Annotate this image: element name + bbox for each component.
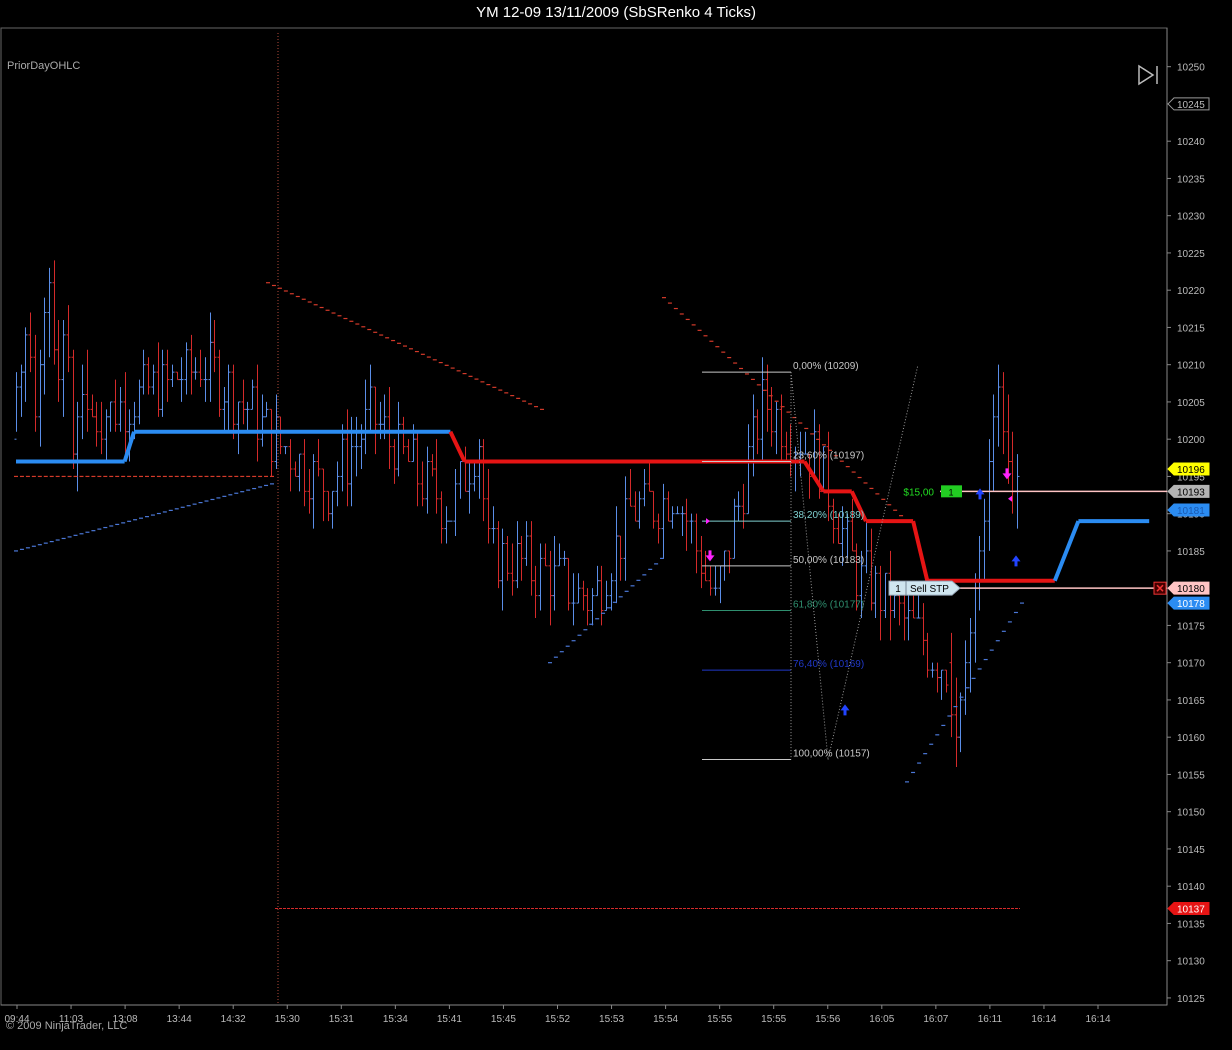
x-tick-label: 15:55 xyxy=(707,1014,732,1025)
x-tick-label: 13:44 xyxy=(167,1014,192,1025)
x-tick-label: 15:53 xyxy=(599,1014,624,1025)
y-tick-label: 10125 xyxy=(1177,994,1205,1005)
y-tick-label: 10235 xyxy=(1177,174,1205,185)
y-tick-label: 10210 xyxy=(1177,361,1205,372)
price-marker-label: 10181 xyxy=(1177,506,1205,517)
x-tick-label: 15:52 xyxy=(545,1014,570,1025)
x-tick-label: 15:34 xyxy=(383,1014,408,1025)
x-tick-label: 16:07 xyxy=(923,1014,948,1025)
trend-line-segment xyxy=(911,520,930,582)
copyright-text: © 2009 NinjaTrader, LLC xyxy=(6,1020,128,1032)
y-tick-label: 10160 xyxy=(1177,733,1205,744)
trend-line-segment xyxy=(802,460,826,493)
scroll-to-end-icon[interactable] xyxy=(1136,63,1162,87)
y-tick-label: 10220 xyxy=(1177,286,1205,297)
x-tick-label: 16:14 xyxy=(1031,1014,1056,1025)
fib-level-label: 100,00% (10157) xyxy=(793,749,870,760)
y-tick-label: 10140 xyxy=(1177,882,1205,893)
y-tick-label: 10170 xyxy=(1177,659,1205,670)
buy-arrow-icon xyxy=(975,488,985,500)
fib-level-label: 0,00% (10209) xyxy=(793,361,859,372)
fib-level-label: 76,40% (10169) xyxy=(793,659,864,670)
price-marker-label: 10193 xyxy=(1177,487,1205,498)
sell-arrow-icon xyxy=(705,550,715,562)
fib-level-label: 23,60% (10197) xyxy=(793,451,864,462)
trend-line-segment xyxy=(1052,520,1081,582)
price-marker-label: 10245 xyxy=(1177,100,1205,111)
signal-marker-icon xyxy=(1008,495,1012,502)
price-marker-label: 10180 xyxy=(1177,584,1205,595)
x-tick-label: 15:55 xyxy=(761,1014,786,1025)
fib-level-label: 38,20% (10189) xyxy=(793,510,864,521)
x-tick-label: 15:31 xyxy=(329,1014,354,1025)
x-tick-label: 16:05 xyxy=(869,1014,894,1025)
signal-marker-icon xyxy=(706,518,710,525)
x-tick-label: 15:41 xyxy=(437,1014,462,1025)
buy-arrow-icon xyxy=(840,704,850,716)
x-tick-label: 15:54 xyxy=(653,1014,678,1025)
fib-level-label: 61,80% (10177) xyxy=(793,600,864,611)
y-tick-label: 10155 xyxy=(1177,770,1205,781)
y-tick-label: 10205 xyxy=(1177,398,1205,409)
y-tick-label: 10150 xyxy=(1177,808,1205,819)
window-title: YM 12-09 13/11/2009 (SbSRenko 4 Ticks) xyxy=(476,4,756,21)
fib-level-label: 50,00% (10183) xyxy=(793,555,864,566)
price-marker-label: 10137 xyxy=(1177,905,1205,916)
stop-order-label: Sell STP xyxy=(910,584,949,595)
y-tick-label: 10130 xyxy=(1177,957,1205,968)
stop-order-qty: 1 xyxy=(895,584,901,595)
y-tick-label: 10165 xyxy=(1177,696,1205,707)
sell-arrow-icon xyxy=(1002,468,1012,480)
price-chart[interactable]: 10125 10130 10135 10140 10145 10150 10155 10160… xyxy=(0,27,1231,1049)
y-tick-label: 10215 xyxy=(1177,323,1205,334)
x-tick-label: 15:45 xyxy=(491,1014,516,1025)
price-marker-label: 10196 xyxy=(1177,465,1205,476)
x-tick-label: 14:32 xyxy=(221,1014,246,1025)
indicator-label: PriorDayOHLC xyxy=(7,60,81,72)
y-tick-label: 10185 xyxy=(1177,547,1205,558)
x-tick-label: 16:14 xyxy=(1085,1014,1110,1025)
buy-arrow-icon xyxy=(1011,555,1021,567)
y-tick-label: 10240 xyxy=(1177,137,1205,148)
plot-border xyxy=(0,27,1168,1006)
y-tick-label: 10225 xyxy=(1177,249,1205,260)
y-tick-label: 10200 xyxy=(1177,435,1205,446)
x-tick-label: 16:11 xyxy=(978,1014,1003,1025)
position-pnl: $15,00 xyxy=(903,487,934,498)
price-marker-label: 10178 xyxy=(1177,599,1205,610)
y-tick-label: 10145 xyxy=(1177,845,1205,856)
y-tick-label: 10175 xyxy=(1177,621,1205,632)
chart-panel[interactable]: 10125 10130 10135 10140 10145 10150 10155 10160… xyxy=(0,27,1231,1049)
y-tick-label: 10230 xyxy=(1177,212,1205,223)
y-tick-label: 10250 xyxy=(1177,63,1205,74)
y-tick-label: 10135 xyxy=(1177,919,1205,930)
x-tick-label: 15:56 xyxy=(815,1014,840,1025)
trend-line-segment xyxy=(448,430,467,463)
x-tick-label: 15:30 xyxy=(275,1014,300,1025)
position-qty: 1 xyxy=(948,487,953,497)
